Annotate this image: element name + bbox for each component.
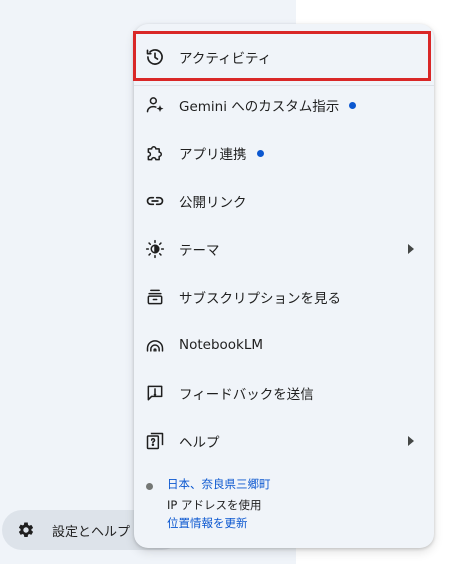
submenu-arrow-icon [408, 244, 414, 254]
feedback-icon [145, 383, 165, 403]
menu-item-label: 公開リンク [179, 195, 247, 211]
location-source: IP アドレスを使用 [167, 498, 262, 512]
menu-item-label: Gemini へのカスタム指示 [179, 99, 340, 115]
new-badge [349, 101, 357, 109]
theme-icon [145, 239, 165, 259]
update-location-link[interactable]: 位置情報を更新 [167, 515, 248, 531]
settings-and-help-label: 設定とヘルプ [52, 524, 131, 540]
menu-item-notebooklm[interactable]: NotebookLM [134, 321, 434, 369]
menu-item-public-links[interactable]: 公開リンク [134, 177, 434, 225]
new-badge [256, 149, 264, 157]
menu-item-label: NotebookLM [179, 337, 264, 353]
history-icon [145, 47, 165, 67]
menu-item-label: アクティビティ [179, 51, 272, 67]
puzzle-icon [145, 143, 165, 163]
menu-item-label: サブスクリプションを見る [179, 291, 341, 307]
notebooklm-icon [145, 335, 165, 355]
menu-item-custom-instructions[interactable]: Gemini へのカスタム指示 [134, 81, 434, 129]
submenu-arrow-icon [408, 436, 414, 446]
person-sparkle-icon [145, 95, 165, 115]
settings-menu: アクティビティ Gemini へのカスタム指示 アプリ連携 公開リンク テーマ [133, 24, 434, 548]
gear-icon [17, 521, 35, 539]
menu-item-label: フィードバックを送信 [179, 387, 314, 403]
help-icon [145, 431, 165, 451]
menu-item-subscriptions[interactable]: サブスクリプションを見る [134, 273, 434, 321]
link-icon [145, 191, 165, 211]
menu-item-app-connections[interactable]: アプリ連携 [134, 129, 434, 177]
menu-item-theme[interactable]: テーマ [134, 225, 434, 273]
menu-item-label: アプリ連携 [179, 147, 247, 163]
location-place-link[interactable]: 日本、奈良県三郷町 [167, 476, 271, 492]
menu-item-label: ヘルプ [179, 435, 220, 451]
subscription-icon [145, 287, 165, 307]
menu-item-help[interactable]: ヘルプ [134, 417, 434, 465]
location-dot-icon [146, 483, 153, 490]
menu-item-label: テーマ [179, 243, 220, 259]
menu-item-activity[interactable]: アクティビティ [134, 33, 434, 81]
menu-item-send-feedback[interactable]: フィードバックを送信 [134, 369, 434, 417]
